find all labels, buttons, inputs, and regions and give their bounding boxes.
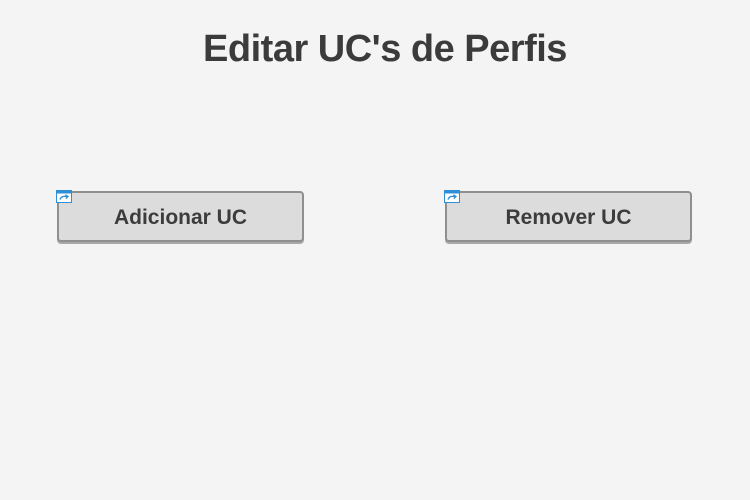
interaction-link-icon (444, 190, 460, 203)
remove-uc-button-container: Remover UC (444, 190, 692, 242)
add-uc-button-container: Adicionar UC (56, 190, 304, 242)
interaction-link-icon (56, 190, 72, 203)
remove-uc-button[interactable]: Remover UC (445, 191, 692, 242)
add-uc-button[interactable]: Adicionar UC (57, 191, 304, 242)
page-title: Editar UC's de Perfis (203, 28, 567, 70)
